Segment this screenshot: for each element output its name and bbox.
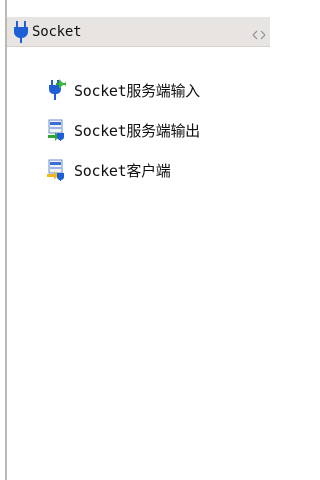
list-item-label: Socket服务端输出: [74, 122, 200, 140]
panel-title: Socket: [32, 24, 82, 40]
collapse-arrows-icon[interactable]: [252, 26, 266, 40]
socket-panel: Socket Socket服务端输入 Socket服务端输出 Socket客户端: [0, 0, 270, 480]
panel-left-border: [5, 0, 7, 480]
socket-server-output-icon: [46, 119, 66, 141]
plug-icon: [13, 21, 29, 43]
socket-server-input-icon: [46, 79, 66, 101]
panel-header[interactable]: Socket: [7, 17, 270, 47]
list-item-label: Socket客户端: [74, 162, 171, 180]
socket-client-icon: [46, 159, 66, 181]
list-item-label: Socket服务端输入: [74, 82, 200, 100]
